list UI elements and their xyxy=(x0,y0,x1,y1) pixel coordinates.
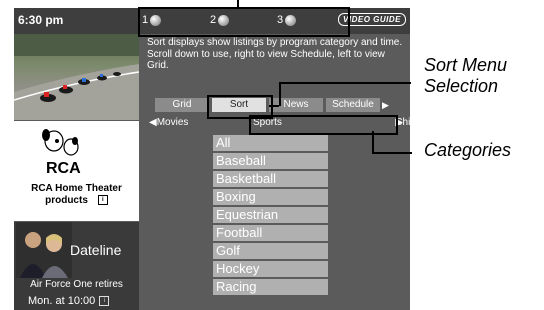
tabs-right-arrow-icon[interactable]: ▶ xyxy=(382,98,389,112)
categories-callout-line-a xyxy=(372,131,374,153)
info-icon[interactable]: i xyxy=(97,195,108,206)
channel-slots-highlight xyxy=(138,7,350,37)
clock: 6:30 pm xyxy=(18,13,64,27)
categories-callout: Categories xyxy=(424,140,512,160)
callout-line: Sort Menu xyxy=(424,55,508,75)
ad-caption: RCA Home Theater products i xyxy=(14,183,139,207)
info-icon[interactable]: i xyxy=(99,296,110,307)
live-video-window xyxy=(14,34,139,120)
ad-line-1: RCA Home Theater xyxy=(31,183,122,194)
anchors-photo xyxy=(16,222,72,278)
promo-title: Dateline xyxy=(70,242,122,258)
categories-highlight xyxy=(249,115,398,135)
tab-schedule[interactable]: Schedule xyxy=(326,98,380,112)
ad-line-2: products i xyxy=(14,195,139,207)
category-prev[interactable]: ◀ Movies xyxy=(149,117,188,128)
list-item[interactable]: Football xyxy=(213,225,328,241)
callout-line: Selection xyxy=(424,76,499,96)
sort-callout-line-c xyxy=(279,82,411,84)
sort-callout-line-b xyxy=(279,82,281,106)
list-item[interactable]: Hockey xyxy=(213,261,328,277)
list-item[interactable]: Equestrian xyxy=(213,207,328,223)
sort-description: Sort displays show listings by program c… xyxy=(147,37,403,71)
list-item[interactable]: Basketball xyxy=(213,171,328,187)
dateline-promo[interactable]: Dateline Air Force One retires Mon. at 1… xyxy=(14,222,139,310)
tab-grid[interactable]: Grid xyxy=(155,98,209,112)
motorcycle-race-image xyxy=(14,34,139,120)
sports-list: All Baseball Basketball Boxing Equestria… xyxy=(213,135,328,297)
sort-callout-line-a xyxy=(269,105,279,107)
list-item[interactable]: All xyxy=(213,135,328,151)
rca-logo: RCA xyxy=(46,160,81,177)
list-item[interactable]: Racing xyxy=(213,279,328,295)
categories-callout-line-b xyxy=(372,152,412,154)
promo-headline: Air Force One retires xyxy=(30,279,123,290)
dog-mascot-icon: RCA xyxy=(42,129,81,177)
promo-airtime: Mon. at 10:00 i xyxy=(28,295,110,307)
tv-screen: 6:30 pm 1 2 3 VIDEO GUIDE RCA RCA Home T… xyxy=(14,8,433,310)
list-item[interactable]: Golf xyxy=(213,243,328,259)
slots-callout-line xyxy=(237,0,239,8)
list-item[interactable]: Boxing xyxy=(213,189,328,205)
list-item[interactable]: Baseball xyxy=(213,153,328,169)
sort-menu-callout: Sort Menu Selection xyxy=(424,55,507,97)
rca-ad-panel[interactable]: RCA RCA Home Theater products i xyxy=(14,121,139,221)
